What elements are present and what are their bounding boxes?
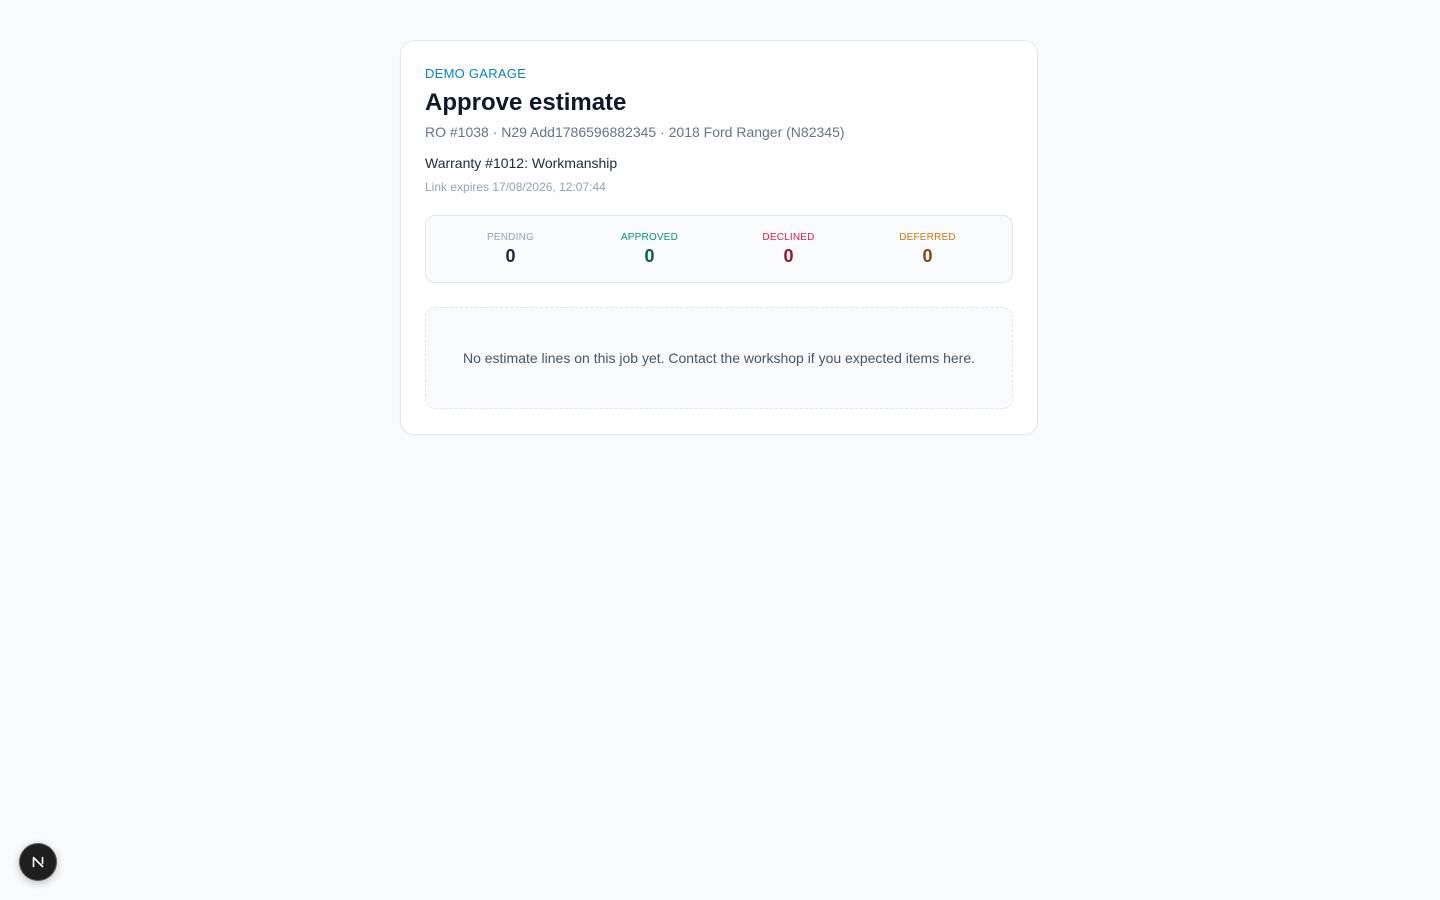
page-title: Approve estimate [425, 89, 627, 116]
status-summary: PENDING 0 APPROVED 0 DECLINED 0 DEFERRED… [425, 215, 1013, 283]
stat-deferred: DEFERRED 0 [858, 231, 997, 267]
stat-label: DEFERRED [899, 232, 956, 243]
empty-state-message: No estimate lines on this job yet. Conta… [462, 350, 976, 366]
estimate-card: DEMO GARAGE Approve estimate RO #1038 · … [400, 40, 1038, 435]
stat-value: 0 [783, 246, 794, 266]
nextjs-devtools-button[interactable] [19, 843, 57, 881]
stat-value: 0 [644, 246, 655, 266]
repair-order-summary: RO #1038 · N29 Add1786596882345 · 2018 F… [425, 124, 845, 140]
stat-label: APPROVED [620, 232, 679, 243]
stat-value: 0 [922, 246, 933, 266]
nextjs-logo-icon [32, 856, 44, 868]
stat-value: 0 [505, 246, 516, 266]
warranty-info: Warranty #1012: Workmanship [425, 155, 618, 171]
stat-label: DECLINED [762, 232, 815, 243]
stat-declined: DECLINED 0 [719, 231, 858, 267]
link-expiry: Link expires 17/08/2026, 12:07:44 [425, 180, 606, 194]
stat-approved: APPROVED 0 [580, 231, 719, 267]
empty-state: No estimate lines on this job yet. Conta… [425, 307, 1013, 409]
stat-pending: PENDING 0 [441, 231, 580, 267]
stat-label: PENDING [487, 232, 534, 243]
garage-name: DEMO GARAGE [425, 66, 527, 81]
